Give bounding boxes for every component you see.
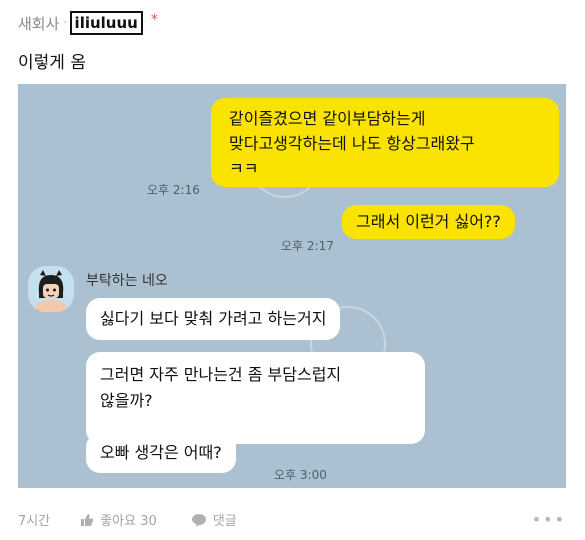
star-mark: * (150, 12, 158, 28)
like-count: 좋아요 30 (100, 514, 157, 529)
message-line: 같이즐겼으면 같이부담하는게 (229, 109, 426, 128)
like-button[interactable]: 좋아요 30 (80, 510, 157, 529)
post-footer: 7시간 좋아요 30 댓글 ••• (18, 510, 566, 529)
more-options-button[interactable]: ••• (532, 510, 566, 529)
message-line: 않을까? (100, 391, 153, 410)
message-time: 오후 3:00 (274, 468, 327, 482)
message-time: 오후 2:17 (281, 239, 334, 253)
their-message-bubble: 싫다기 보다 맞춰 가려고 하는거지 (86, 298, 341, 340)
post-header: 새회사 · iliuluuu * (18, 10, 158, 36)
comment-label: 댓글 (212, 514, 237, 529)
their-message-bubble: 오빠 생각은 어때? (86, 433, 236, 473)
sender-name: 부탁하는 네오 (86, 273, 168, 289)
message-line: 맞다고생각하는데 나도 항상그래왔구 (229, 134, 475, 153)
separator: · (63, 15, 68, 31)
their-message-bubble: 그러면 자주 만나는건 좀 부담스럽지 않을까? (86, 352, 425, 444)
post-time: 7시간 (18, 514, 51, 529)
comment-bubble-icon (191, 513, 206, 526)
my-message-bubble: 같이즐겼으면 같이부담하는게 맞다고생각하는데 나도 항상그래왔구 ㅋㅋ (211, 98, 559, 187)
comment-button[interactable]: 댓글 (191, 510, 237, 529)
message-line: ㅋㅋ (229, 159, 259, 178)
neo-character-icon (28, 266, 74, 312)
avatar (28, 266, 74, 312)
chat-screenshot: 같이즐겼으면 같이부담하는게 맞다고생각하는데 나도 항상그래왔구 ㅋㅋ 오후 … (18, 84, 566, 488)
thumbs-up-icon (81, 513, 94, 526)
user-id-label: iliuluuu (69, 11, 143, 35)
message-time: 오후 2:16 (147, 183, 200, 197)
post-title: 이렇게 옴 (18, 53, 86, 73)
my-message-bubble: 그래서 이런거 싫어?? (342, 205, 515, 239)
message-line: 그러면 자주 만나는건 좀 부담스럽지 (100, 365, 342, 384)
author-name[interactable]: 새회사 (18, 13, 59, 34)
